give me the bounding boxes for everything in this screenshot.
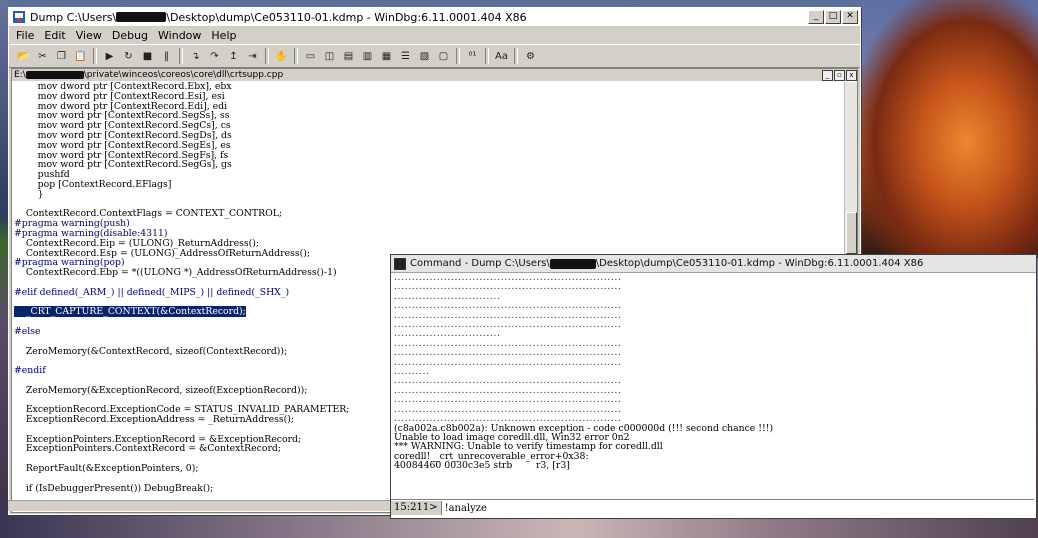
- cut-icon[interactable]: ✂: [34, 48, 51, 65]
- command-icon[interactable]: ▭: [302, 48, 319, 65]
- step-over-icon[interactable]: ↷: [206, 48, 223, 65]
- restart-icon[interactable]: ↻: [120, 48, 137, 65]
- command-window-title[interactable]: Command - Dump C:\Users\ \Desktop\dump\C…: [391, 255, 1036, 273]
- toolbar-separator: [179, 48, 183, 64]
- menu-bar: File Edit View Debug Window Help: [9, 27, 860, 44]
- command-prompt: 15:211>: [391, 501, 442, 515]
- toolbar-separator: [485, 48, 489, 64]
- font-icon[interactable]: Aa: [493, 48, 510, 65]
- code-line[interactable]: mov word ptr [ContextRecord.SegGs], gs: [14, 160, 844, 170]
- locals-icon[interactable]: ▤: [340, 48, 357, 65]
- toolbar-separator: [514, 48, 518, 64]
- command-output-line: 40084460 0030c3e5 strb r3, [r3]: [394, 460, 570, 472]
- minimize-button[interactable]: _: [808, 10, 824, 24]
- menu-edit[interactable]: Edit: [39, 29, 70, 42]
- step-out-icon[interactable]: ↥: [225, 48, 242, 65]
- redacted-path: [25, 71, 84, 79]
- registers-icon[interactable]: ▥: [359, 48, 376, 65]
- desktop-wallpaper-left: [0, 0, 8, 538]
- maximize-button[interactable]: □: [825, 10, 841, 24]
- close-button[interactable]: ✕: [842, 10, 858, 24]
- paste-icon[interactable]: 📋: [72, 48, 89, 65]
- copy-icon[interactable]: ❐: [53, 48, 70, 65]
- toolbar-separator: [265, 48, 269, 64]
- options-icon[interactable]: ⚙: [522, 48, 539, 65]
- windbg-app-icon: [13, 11, 25, 23]
- command-title-prefix: Command - Dump C:\Users\: [410, 258, 550, 269]
- main-title-prefix: Dump C:\Users\: [30, 10, 117, 24]
- code-line[interactable]: ContextRecord.ContextFlags = CONTEXT_CON…: [14, 209, 844, 219]
- menu-window[interactable]: Window: [153, 29, 206, 42]
- command-window[interactable]: Command - Dump C:\Users\ \Desktop\dump\C…: [390, 254, 1037, 519]
- toolbar: 📂 ✂ ❐ 📋 ▶ ↻ ■ ‖ ↴ ↷ ↥ ⇥ ✋ ▭ ◫ ▤ ▥ ▦ ☰ ▧ ▢ ⁰¹ Aa ⚙: [9, 44, 860, 68]
- command-input-bar[interactable]: 15:211> !analyze: [391, 499, 1034, 516]
- menu-debug[interactable]: Debug: [107, 29, 153, 42]
- memory-icon[interactable]: ▦: [378, 48, 395, 65]
- command-output-line: ........................................…: [394, 356, 622, 368]
- source-title-prefix: E:\: [14, 70, 26, 80]
- scratch-icon[interactable]: ▢: [435, 48, 452, 65]
- disasm-icon[interactable]: ▧: [416, 48, 433, 65]
- toolbar-separator: [93, 48, 97, 64]
- toolbar-separator: [294, 48, 298, 64]
- command-output: ........................................…: [394, 273, 1030, 495]
- source-title-suffix: \private\winceos\coreos\core\dll\crtsupp…: [83, 70, 284, 80]
- menu-view[interactable]: View: [71, 29, 107, 42]
- code-line[interactable]: pop [ContextRecord.EFlags]: [14, 180, 844, 190]
- source-close-button[interactable]: x: [846, 69, 857, 81]
- main-title-suffix: \Desktop\dump\Ce053110-01.kdmp - WinDbg:…: [166, 10, 527, 24]
- command-window-icon: [394, 257, 406, 270]
- watch-icon[interactable]: ◫: [321, 48, 338, 65]
- source-minimize-button[interactable]: _: [822, 69, 833, 81]
- run-to-cursor-icon[interactable]: ⇥: [244, 48, 261, 65]
- source-horizontal-scrollbar[interactable]: [8, 500, 390, 511]
- redacted-username: [549, 258, 596, 269]
- stop-icon[interactable]: ■: [139, 48, 156, 65]
- menu-file[interactable]: File: [11, 29, 39, 42]
- toolbar-separator: [456, 48, 460, 64]
- command-title-suffix: \Desktop\dump\Ce053110-01.kdmp - WinDbg:…: [595, 258, 924, 269]
- main-title-bar[interactable]: Dump C:\Users\ \Desktop\dump\Ce053110-01…: [9, 8, 860, 27]
- menu-help[interactable]: Help: [206, 29, 241, 42]
- open-icon[interactable]: 📂: [15, 48, 32, 65]
- command-input-field[interactable]: !analyze: [442, 503, 487, 514]
- code-line[interactable]: }: [14, 189, 844, 200]
- source-window-title[interactable]: E:\ \private\winceos\coreos\core\dll\crt…: [12, 69, 857, 81]
- source-mode-icon[interactable]: ⁰¹: [464, 48, 481, 65]
- scrollbar-thumb[interactable]: [846, 212, 857, 254]
- source-restore-button[interactable]: ▫: [834, 69, 845, 81]
- go-icon[interactable]: ▶: [101, 48, 118, 65]
- break-icon[interactable]: ‖: [158, 48, 175, 65]
- hand-icon[interactable]: ✋: [273, 48, 290, 65]
- redacted-username: [116, 12, 167, 22]
- desktop-wallpaper-rock: [858, 0, 1038, 258]
- callstack-icon[interactable]: ☰: [397, 48, 414, 65]
- step-into-icon[interactable]: ↴: [187, 48, 204, 65]
